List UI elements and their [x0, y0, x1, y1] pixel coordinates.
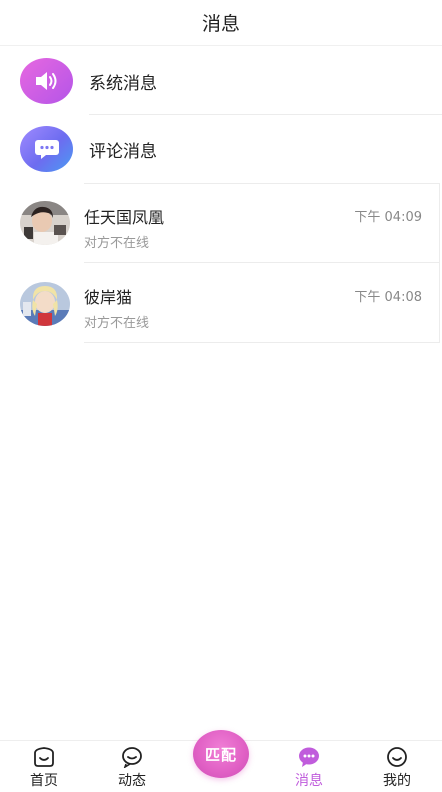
home-icon	[34, 747, 54, 767]
system-messages-icon-circle	[20, 58, 73, 104]
comment-messages-icon-circle	[20, 126, 73, 172]
system-messages-label: 系统消息	[89, 73, 157, 94]
tab-messages[interactable]: 消息	[274, 741, 344, 792]
comment-messages-label: 评论消息	[89, 141, 157, 162]
match-button[interactable]: 匹配	[193, 730, 249, 778]
chat-time: 下午 04:09	[354, 210, 422, 225]
avatar[interactable]	[20, 282, 70, 326]
top-header: 消息	[0, 0, 442, 46]
message-icon	[299, 747, 319, 767]
avatar-photo	[20, 282, 70, 326]
chat-list-item[interactable]: 任天国凤凰 下午 04:09 对方不在线	[0, 183, 442, 263]
profile-icon	[387, 747, 407, 767]
tab-profile[interactable]: 我的	[362, 741, 432, 792]
chat-name: 任天国凤凰	[84, 208, 165, 227]
tab-label: 首页	[30, 773, 58, 789]
chat-status: 对方不在线	[84, 316, 150, 331]
moments-icon	[122, 747, 142, 768]
tab-label: 我的	[383, 773, 411, 789]
chat-status: 对方不在线	[84, 236, 150, 251]
chat-list-item[interactable]: 彼岸猫 下午 04:08 对方不在线	[0, 263, 442, 343]
system-messages-row[interactable]: 系统消息	[0, 47, 442, 115]
avatar[interactable]	[20, 201, 70, 245]
chat-bubble-icon	[34, 140, 59, 159]
tab-label: 动态	[118, 773, 146, 789]
speaker-icon	[35, 72, 56, 90]
comment-messages-row[interactable]: 评论消息	[0, 115, 442, 183]
page-title: 消息	[201, 13, 240, 35]
avatar-photo	[20, 201, 70, 245]
tab-home[interactable]: 首页	[9, 741, 79, 792]
tab-label: 消息	[295, 773, 323, 789]
chat-time: 下午 04:08	[354, 290, 422, 305]
tab-moments[interactable]: 动态	[97, 741, 167, 792]
chat-name: 彼岸猫	[84, 288, 133, 307]
match-label: 匹配	[204, 745, 237, 764]
